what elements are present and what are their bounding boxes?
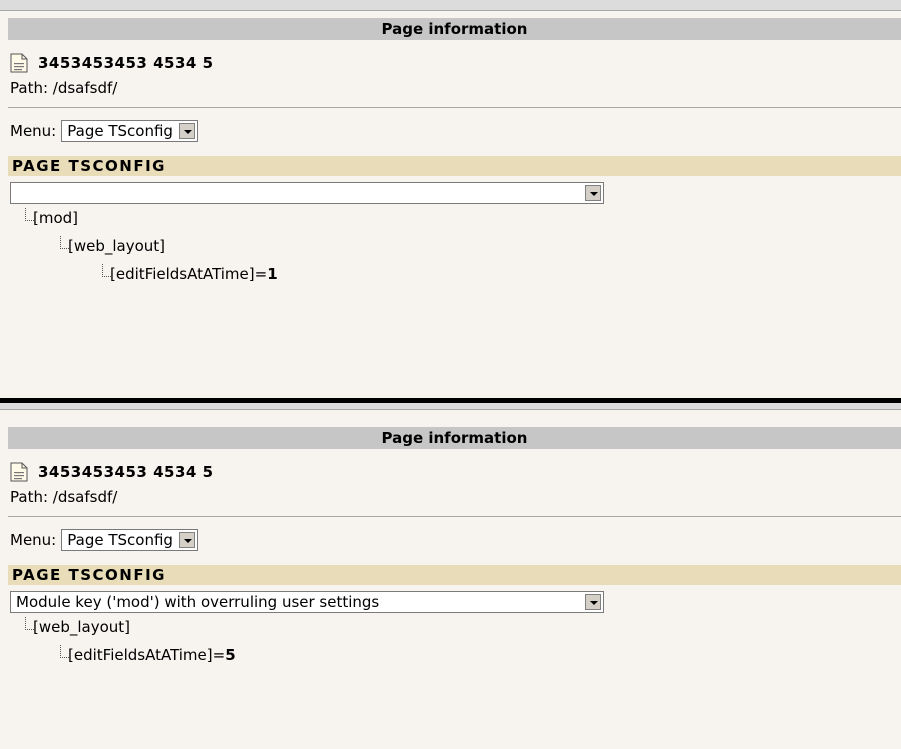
menu-select-value: Page TSconfig [67,531,173,549]
menu-select-value: Page TSconfig [67,122,173,140]
dropdown-arrow-icon[interactable] [179,123,196,139]
page-document-icon [10,53,28,73]
section-heading: PAGE TSCONFIG [8,565,901,585]
top-strip [0,0,901,11]
menu-select[interactable]: Page TSconfig [61,120,199,142]
tree-node: [web_layout] [10,232,901,260]
tree-node-key: [web_layout] [33,618,131,636]
tsconfig-key-select-value: Module key ('mod') with overruling user … [16,593,380,611]
tsconfig-tree: Module key ('mod') with overruling user … [10,591,901,669]
menu-label: Menu: [10,122,57,140]
tree-node-key-value: [editFieldsAtATime]=5 [68,641,236,669]
divider [8,516,901,517]
page-title: 3453453453 4534 5 [38,463,214,481]
dropdown-arrow-icon[interactable] [179,532,196,548]
tree-node: [web_layout] [10,613,901,641]
page-title-row: 3453453453 4534 5 [10,461,901,483]
dropdown-arrow-icon[interactable] [585,594,601,610]
tsconfig-key-select[interactable] [10,182,604,204]
menu-row: Menu: Page TSconfig [10,528,901,552]
tsconfig-tree: [mod] [web_layout] [editFieldsAtATime]=1 [10,182,901,288]
page-panel-1: Page information 3453453453 4534 5 Path:… [0,0,901,288]
tree-node-key: [editFieldsAtATime]= [110,265,268,283]
divider [8,107,901,108]
tsconfig-key-select[interactable]: Module key ('mod') with overruling user … [10,591,604,613]
menu-select[interactable]: Page TSconfig [61,529,199,551]
page-path: Path: /dsafsdf/ [10,79,118,97]
tree-node-key-value: [editFieldsAtATime]=1 [110,260,278,288]
tree-node-key: [mod] [33,209,79,227]
tree-node: [editFieldsAtATime]=5 [10,641,901,669]
page-path: Path: /dsafsdf/ [10,488,118,506]
page-info-header: Page information [8,427,901,449]
tree-node: [editFieldsAtATime]=1 [10,260,901,288]
dropdown-arrow-icon[interactable] [585,185,601,201]
tree-node-value: 1 [267,265,278,283]
tree-node: [mod] [10,204,901,232]
page-document-icon [10,462,28,482]
page-title-row: 3453453453 4534 5 [10,52,901,74]
page-panel-2: Page information 3453453453 4534 5 Path:… [0,404,901,669]
tree-node-key: [editFieldsAtATime]= [68,646,226,664]
section-heading: PAGE TSCONFIG [8,156,901,176]
tree-node-value: 5 [225,646,236,664]
menu-label: Menu: [10,531,57,549]
page-title: 3453453453 4534 5 [38,54,214,72]
menu-row: Menu: Page TSconfig [10,119,901,143]
tree-node-key: [web_layout] [68,237,166,255]
page-info-header: Page information [8,18,901,40]
